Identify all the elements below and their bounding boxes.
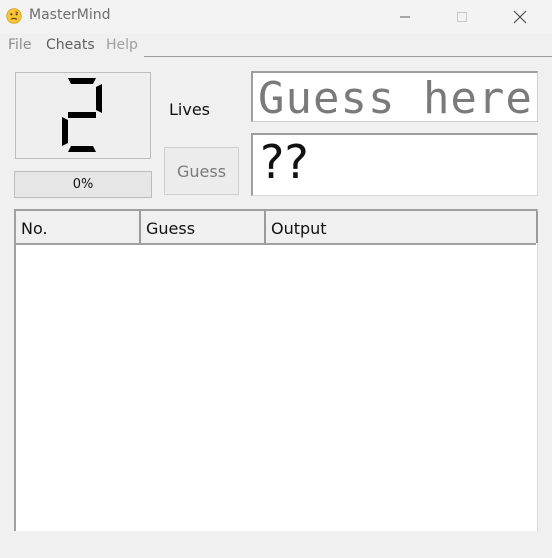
title-bar[interactable]: MasterMind <box>0 0 552 33</box>
column-header-output[interactable]: Output <box>266 211 538 243</box>
output-text: ?? <box>260 135 309 189</box>
segment-a <box>68 78 96 84</box>
status-bar <box>0 531 552 558</box>
confused-face-icon <box>6 8 22 24</box>
guess-input[interactable]: Guess here <box>251 71 538 122</box>
lives-label: Lives <box>169 100 211 119</box>
results-list[interactable]: No. Guess Output <box>14 209 538 531</box>
segment-g <box>68 112 96 118</box>
segment-b <box>96 84 102 113</box>
output-display: ?? <box>251 133 538 196</box>
list-header: No. Guess Output <box>16 211 538 245</box>
guess-input-placeholder: Guess here <box>258 73 533 122</box>
progress-label: 0% <box>72 177 94 192</box>
maximize-button[interactable] <box>439 0 485 33</box>
menu-bar: File Cheats Help <box>0 33 552 57</box>
menu-cheats[interactable]: Cheats <box>46 37 95 53</box>
minimize-icon <box>400 16 410 17</box>
column-header-guess[interactable]: Guess <box>141 211 266 243</box>
segment-d <box>68 146 96 152</box>
close-button[interactable] <box>497 0 543 33</box>
lives-display <box>15 72 151 159</box>
segment-e <box>62 117 68 146</box>
menu-file[interactable]: File <box>8 37 31 53</box>
minimize-button[interactable] <box>382 0 428 33</box>
maximize-icon <box>457 11 467 22</box>
guess-button[interactable]: Guess <box>164 147 239 195</box>
menu-help[interactable]: Help <box>106 37 138 53</box>
mastermind-window: MasterMind File Cheats Help 0% Lives Gue… <box>0 0 552 558</box>
column-header-no[interactable]: No. <box>16 211 141 243</box>
lives-digit <box>62 78 102 152</box>
progress-bar: 0% <box>14 171 152 198</box>
window-title: MasterMind <box>29 7 111 23</box>
close-icon <box>513 10 527 23</box>
menu-divider <box>144 56 552 57</box>
